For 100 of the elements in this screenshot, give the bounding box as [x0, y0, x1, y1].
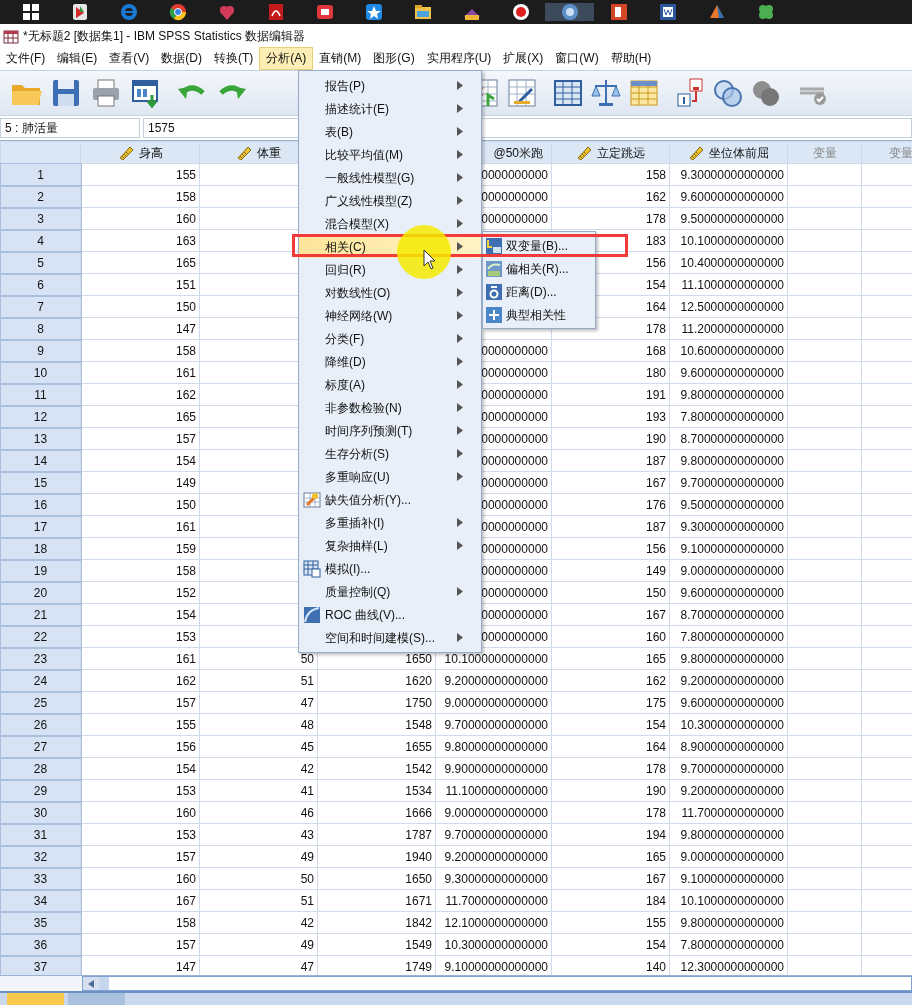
- empty-cell[interactable]: [787, 559, 862, 582]
- menu-item[interactable]: 文件(F): [0, 47, 52, 70]
- row-number[interactable]: 1: [0, 163, 81, 186]
- menu-item[interactable]: 混合模型(X): [299, 212, 481, 235]
- row-number[interactable]: 19: [0, 559, 81, 582]
- print-icon[interactable]: [90, 77, 122, 109]
- empty-cell[interactable]: [787, 185, 862, 208]
- row-number[interactable]: 31: [0, 823, 81, 846]
- menu-item[interactable]: 多重插补(I): [299, 511, 481, 534]
- save-icon[interactable]: [50, 77, 82, 109]
- row-number[interactable]: 30: [0, 801, 81, 824]
- empty-cell[interactable]: [787, 691, 862, 714]
- row-number[interactable]: 32: [0, 845, 81, 868]
- menu-item[interactable]: 缺失值分析(Y)...: [299, 488, 481, 511]
- row-number[interactable]: 23: [0, 647, 81, 670]
- menu-item[interactable]: 标度(A): [299, 373, 481, 396]
- row-number[interactable]: 4: [0, 229, 81, 252]
- menu-item[interactable]: 广义线性模型(Z): [299, 189, 481, 212]
- row-number[interactable]: 21: [0, 603, 81, 626]
- menu-item[interactable]: 图形(G): [367, 47, 421, 70]
- menu-item[interactable]: 降维(D): [299, 350, 481, 373]
- menu-item[interactable]: 描述统计(E): [299, 97, 481, 120]
- menu-item[interactable]: 时间序列预测(T): [299, 419, 481, 442]
- row-number[interactable]: 10: [0, 361, 81, 384]
- menu-item[interactable]: 双变量(B)...: [483, 234, 595, 257]
- document-icon[interactable]: [658, 3, 677, 21]
- empty-cell[interactable]: [787, 515, 862, 538]
- menu-item[interactable]: 神经网络(W): [299, 304, 481, 327]
- row-number[interactable]: 28: [0, 757, 81, 780]
- menu-item[interactable]: 典型相关性: [483, 303, 595, 326]
- row-number[interactable]: 22: [0, 625, 81, 648]
- row-number[interactable]: 17: [0, 515, 81, 538]
- clover-icon[interactable]: [756, 3, 775, 21]
- menu-item[interactable]: ROC 曲线(V)...: [299, 603, 481, 626]
- menu-item[interactable]: 帮助(H): [604, 47, 658, 70]
- empty-cell[interactable]: [787, 427, 862, 450]
- row-number[interactable]: 14: [0, 449, 81, 472]
- menu-item[interactable]: 分类(F): [299, 327, 481, 350]
- menu-item[interactable]: 模拟(I)...: [299, 557, 481, 580]
- scroll-left-icon[interactable]: [88, 979, 94, 988]
- empty-cell[interactable]: [787, 625, 862, 648]
- empty-cell[interactable]: [787, 647, 862, 670]
- empty-cell[interactable]: [787, 845, 862, 868]
- row-number[interactable]: 6: [0, 273, 81, 296]
- view-tab[interactable]: [7, 993, 64, 1005]
- empty-cell[interactable]: [787, 713, 862, 736]
- row-number[interactable]: 24: [0, 669, 81, 692]
- row-number[interactable]: 33: [0, 867, 81, 890]
- menu-item[interactable]: 非参数检验(N): [299, 396, 481, 419]
- row-number[interactable]: 26: [0, 713, 81, 736]
- empty-cell[interactable]: [787, 757, 862, 780]
- empty-cell[interactable]: [787, 449, 862, 472]
- pdf-icon[interactable]: [266, 3, 285, 21]
- cell-reference-field[interactable]: 5 : 肺活量: [0, 118, 140, 138]
- empty-cell[interactable]: [787, 801, 862, 824]
- row-number[interactable]: 11: [0, 383, 81, 406]
- empty-cell[interactable]: [787, 339, 862, 362]
- row-number[interactable]: 36: [0, 933, 81, 956]
- browser-icon[interactable]: [168, 3, 187, 21]
- row-number[interactable]: 15: [0, 471, 81, 494]
- menu-item[interactable]: 比较平均值(M): [299, 143, 481, 166]
- row-number[interactable]: 35: [0, 911, 81, 934]
- menu-item[interactable]: 复杂抽样(L): [299, 534, 481, 557]
- menu-item[interactable]: 偏相关(R)...: [483, 257, 595, 280]
- row-number[interactable]: 34: [0, 889, 81, 912]
- empty-cell[interactable]: [787, 581, 862, 604]
- app-icon[interactable]: [70, 3, 89, 21]
- row-number[interactable]: 20: [0, 581, 81, 604]
- record-icon[interactable]: [511, 3, 530, 21]
- menu-item[interactable]: 查看(V): [103, 47, 156, 70]
- menu-item[interactable]: 分析(A): [259, 47, 314, 70]
- row-number[interactable]: 5: [0, 251, 81, 274]
- empty-cell[interactable]: [787, 317, 862, 340]
- grid-icon[interactable]: [628, 77, 660, 109]
- horizontal-scrollbar[interactable]: [82, 976, 912, 991]
- row-number[interactable]: 37: [0, 955, 81, 975]
- windows-icon[interactable]: [21, 3, 40, 21]
- menu-item[interactable]: 扩展(X): [497, 47, 550, 70]
- row-number[interactable]: 9: [0, 339, 81, 362]
- empty-cell[interactable]: [787, 229, 862, 252]
- menu-item[interactable]: 距离(D)...: [483, 280, 595, 303]
- empty-cell[interactable]: [787, 537, 862, 560]
- empty-cell[interactable]: [787, 603, 862, 626]
- menu-item[interactable]: 回归(R): [299, 258, 481, 281]
- menu-item[interactable]: 对数线性(O): [299, 281, 481, 304]
- empty-cell[interactable]: [787, 207, 862, 230]
- menu-item[interactable]: 编辑(E): [51, 47, 104, 70]
- empty-cell[interactable]: [787, 273, 862, 296]
- empty-cell[interactable]: [787, 361, 862, 384]
- circles-icon[interactable]: [712, 77, 744, 109]
- row-number[interactable]: 25: [0, 691, 81, 714]
- scrollbar-thumb[interactable]: [99, 977, 109, 990]
- empty-cell[interactable]: [787, 405, 862, 428]
- empty-cell[interactable]: [787, 163, 862, 186]
- empty-cell[interactable]: [787, 933, 862, 956]
- empty-cell[interactable]: [787, 779, 862, 802]
- row-number[interactable]: 13: [0, 427, 81, 450]
- scale-icon[interactable]: [590, 77, 622, 109]
- menu-item[interactable]: 直销(M): [313, 47, 368, 70]
- row-number[interactable]: 29: [0, 779, 81, 802]
